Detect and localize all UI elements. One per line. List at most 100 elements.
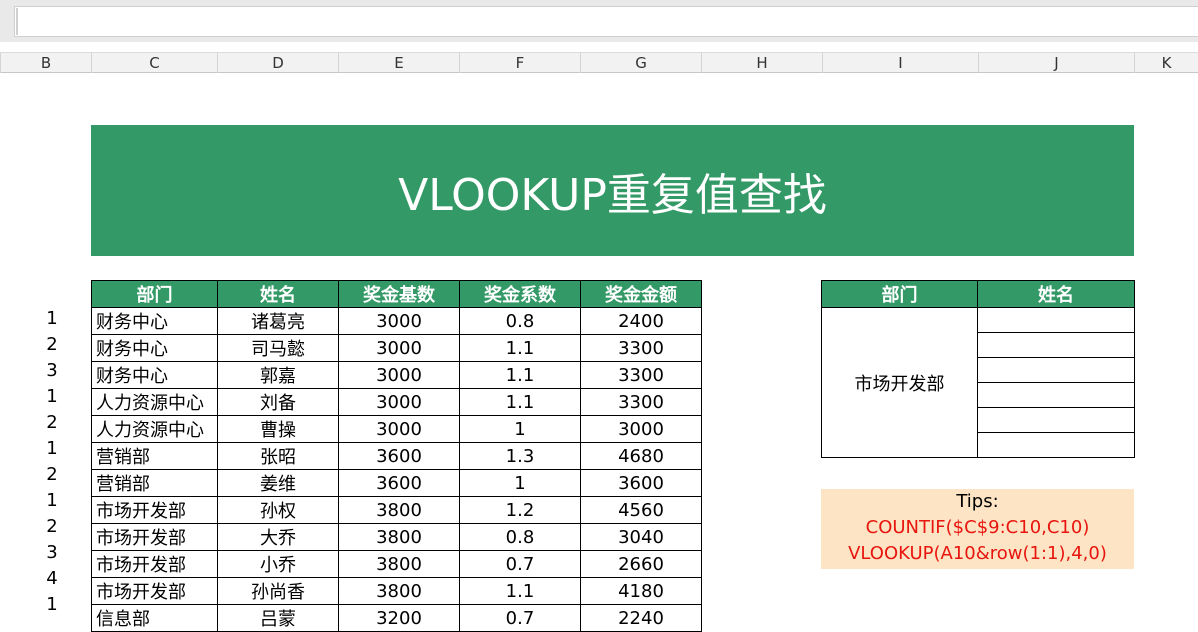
dept-cell[interactable]: 财务中心 — [91, 334, 218, 362]
amount-cell[interactable]: 4560 — [580, 496, 702, 524]
column-header-g[interactable]: G — [580, 53, 701, 73]
base-cell[interactable]: 3800 — [338, 523, 460, 551]
lookup-dept-cell[interactable]: 市场开发部 — [821, 307, 978, 458]
column-header-c[interactable]: C — [91, 53, 217, 73]
base-cell[interactable]: 3800 — [338, 550, 460, 578]
coef-cell[interactable]: 0.8 — [459, 523, 581, 551]
column-header-d[interactable]: D — [217, 53, 338, 73]
amount-cell[interactable]: 3000 — [580, 415, 702, 443]
base-cell[interactable]: 3000 — [338, 334, 460, 362]
base-cell[interactable]: 3800 — [338, 496, 460, 524]
column-header-h[interactable]: H — [701, 53, 822, 73]
dept-cell[interactable]: 市场开发部 — [91, 550, 218, 578]
base-cell[interactable]: 3800 — [338, 577, 460, 605]
amount-cell[interactable]: 4180 — [580, 577, 702, 605]
row-index[interactable]: 2 — [40, 410, 64, 435]
lookup-name-cell[interactable] — [977, 332, 1135, 358]
amount-cell[interactable]: 2400 — [580, 307, 702, 335]
row-index[interactable]: 3 — [40, 540, 64, 565]
row-index[interactable]: 2 — [40, 462, 64, 487]
amount-cell[interactable]: 4680 — [580, 442, 702, 470]
name-cell[interactable]: 郭嘉 — [217, 361, 339, 389]
lookup-name-cell[interactable] — [977, 357, 1135, 383]
row-index[interactable]: 1 — [40, 384, 64, 409]
dept-cell[interactable]: 财务中心 — [91, 361, 218, 389]
coef-cell[interactable]: 1.1 — [459, 334, 581, 362]
base-cell[interactable]: 3000 — [338, 388, 460, 416]
base-cell[interactable]: 3600 — [338, 442, 460, 470]
lookup-name-cell[interactable] — [977, 382, 1135, 408]
row-index[interactable]: 2 — [40, 332, 64, 357]
lookup-name-cell[interactable] — [977, 432, 1135, 458]
amount-cell[interactable]: 3600 — [580, 469, 702, 497]
coef-cell[interactable]: 1 — [459, 469, 581, 497]
coef-cell[interactable]: 1.3 — [459, 442, 581, 470]
worksheet[interactable]: VLOOKUP重复值查找 123121212341 部门 姓名 奖金基数 奖金系… — [0, 73, 1198, 632]
coef-cell[interactable]: 0.8 — [459, 307, 581, 335]
dept-cell[interactable]: 市场开发部 — [91, 496, 218, 524]
row-index[interactable]: 3 — [40, 358, 64, 383]
base-cell[interactable]: 3000 — [338, 361, 460, 389]
column-header-j[interactable]: J — [978, 53, 1134, 73]
amount-cell[interactable]: 3300 — [580, 388, 702, 416]
coef-cell[interactable]: 1 — [459, 415, 581, 443]
column-header-i[interactable]: I — [822, 53, 978, 73]
base-cell[interactable]: 3000 — [338, 307, 460, 335]
amount-cell[interactable]: 3040 — [580, 523, 702, 551]
header-dept[interactable]: 部门 — [91, 280, 218, 308]
row-index[interactable]: 1 — [40, 488, 64, 513]
dept-cell[interactable]: 人力资源中心 — [91, 415, 218, 443]
lookup-name-cell[interactable] — [977, 307, 1135, 333]
column-header-e[interactable]: E — [338, 53, 459, 73]
name-cell[interactable]: 吕蒙 — [217, 604, 339, 632]
base-cell[interactable]: 3600 — [338, 469, 460, 497]
header-amount[interactable]: 奖金金额 — [580, 280, 702, 308]
coef-cell[interactable]: 1.2 — [459, 496, 581, 524]
amount-cell[interactable]: 2660 — [580, 550, 702, 578]
header-name[interactable]: 姓名 — [217, 280, 339, 308]
table-row: 市场开发部 大乔 3800 0.8 3040 — [91, 523, 702, 551]
name-cell[interactable]: 曹操 — [217, 415, 339, 443]
row-index[interactable]: 1 — [40, 592, 64, 617]
dept-cell[interactable]: 营销部 — [91, 442, 218, 470]
name-cell[interactable]: 司马懿 — [217, 334, 339, 362]
name-cell[interactable]: 小乔 — [217, 550, 339, 578]
header-base[interactable]: 奖金基数 — [338, 280, 460, 308]
coef-cell[interactable]: 0.7 — [459, 604, 581, 632]
dept-cell[interactable]: 信息部 — [91, 604, 218, 632]
dept-cell[interactable]: 市场开发部 — [91, 523, 218, 551]
row-index[interactable]: 4 — [40, 566, 64, 591]
formula-input[interactable] — [14, 6, 1198, 37]
name-cell[interactable]: 大乔 — [217, 523, 339, 551]
base-cell[interactable]: 3200 — [338, 604, 460, 632]
row-index[interactable]: 2 — [40, 514, 64, 539]
column-header-f[interactable]: F — [459, 53, 580, 73]
dept-cell[interactable]: 人力资源中心 — [91, 388, 218, 416]
name-cell[interactable]: 诸葛亮 — [217, 307, 339, 335]
name-cell[interactable]: 姜维 — [217, 469, 339, 497]
name-cell[interactable]: 张昭 — [217, 442, 339, 470]
column-header-k[interactable]: K — [1134, 53, 1198, 73]
name-cell[interactable]: 刘备 — [217, 388, 339, 416]
dept-cell[interactable]: 市场开发部 — [91, 577, 218, 605]
table-header-row: 部门 姓名 奖金基数 奖金系数 奖金金额 — [91, 280, 702, 308]
dept-cell[interactable]: 营销部 — [91, 469, 218, 497]
name-cell[interactable]: 孙尚香 — [217, 577, 339, 605]
coef-cell[interactable]: 1.1 — [459, 577, 581, 605]
lookup-name-cell[interactable] — [977, 407, 1135, 433]
amount-cell[interactable]: 3300 — [580, 334, 702, 362]
base-cell[interactable]: 3000 — [338, 415, 460, 443]
amount-cell[interactable]: 3300 — [580, 361, 702, 389]
coef-cell[interactable]: 0.7 — [459, 550, 581, 578]
lookup-header-name[interactable]: 姓名 — [977, 280, 1135, 308]
coef-cell[interactable]: 1.1 — [459, 388, 581, 416]
row-index[interactable]: 1 — [40, 436, 64, 461]
name-cell[interactable]: 孙权 — [217, 496, 339, 524]
amount-cell[interactable]: 2240 — [580, 604, 702, 632]
dept-cell[interactable]: 财务中心 — [91, 307, 218, 335]
column-header-b[interactable]: B — [0, 53, 91, 73]
lookup-header-dept[interactable]: 部门 — [821, 280, 978, 308]
coef-cell[interactable]: 1.1 — [459, 361, 581, 389]
row-index[interactable]: 1 — [40, 306, 64, 331]
header-coef[interactable]: 奖金系数 — [459, 280, 581, 308]
